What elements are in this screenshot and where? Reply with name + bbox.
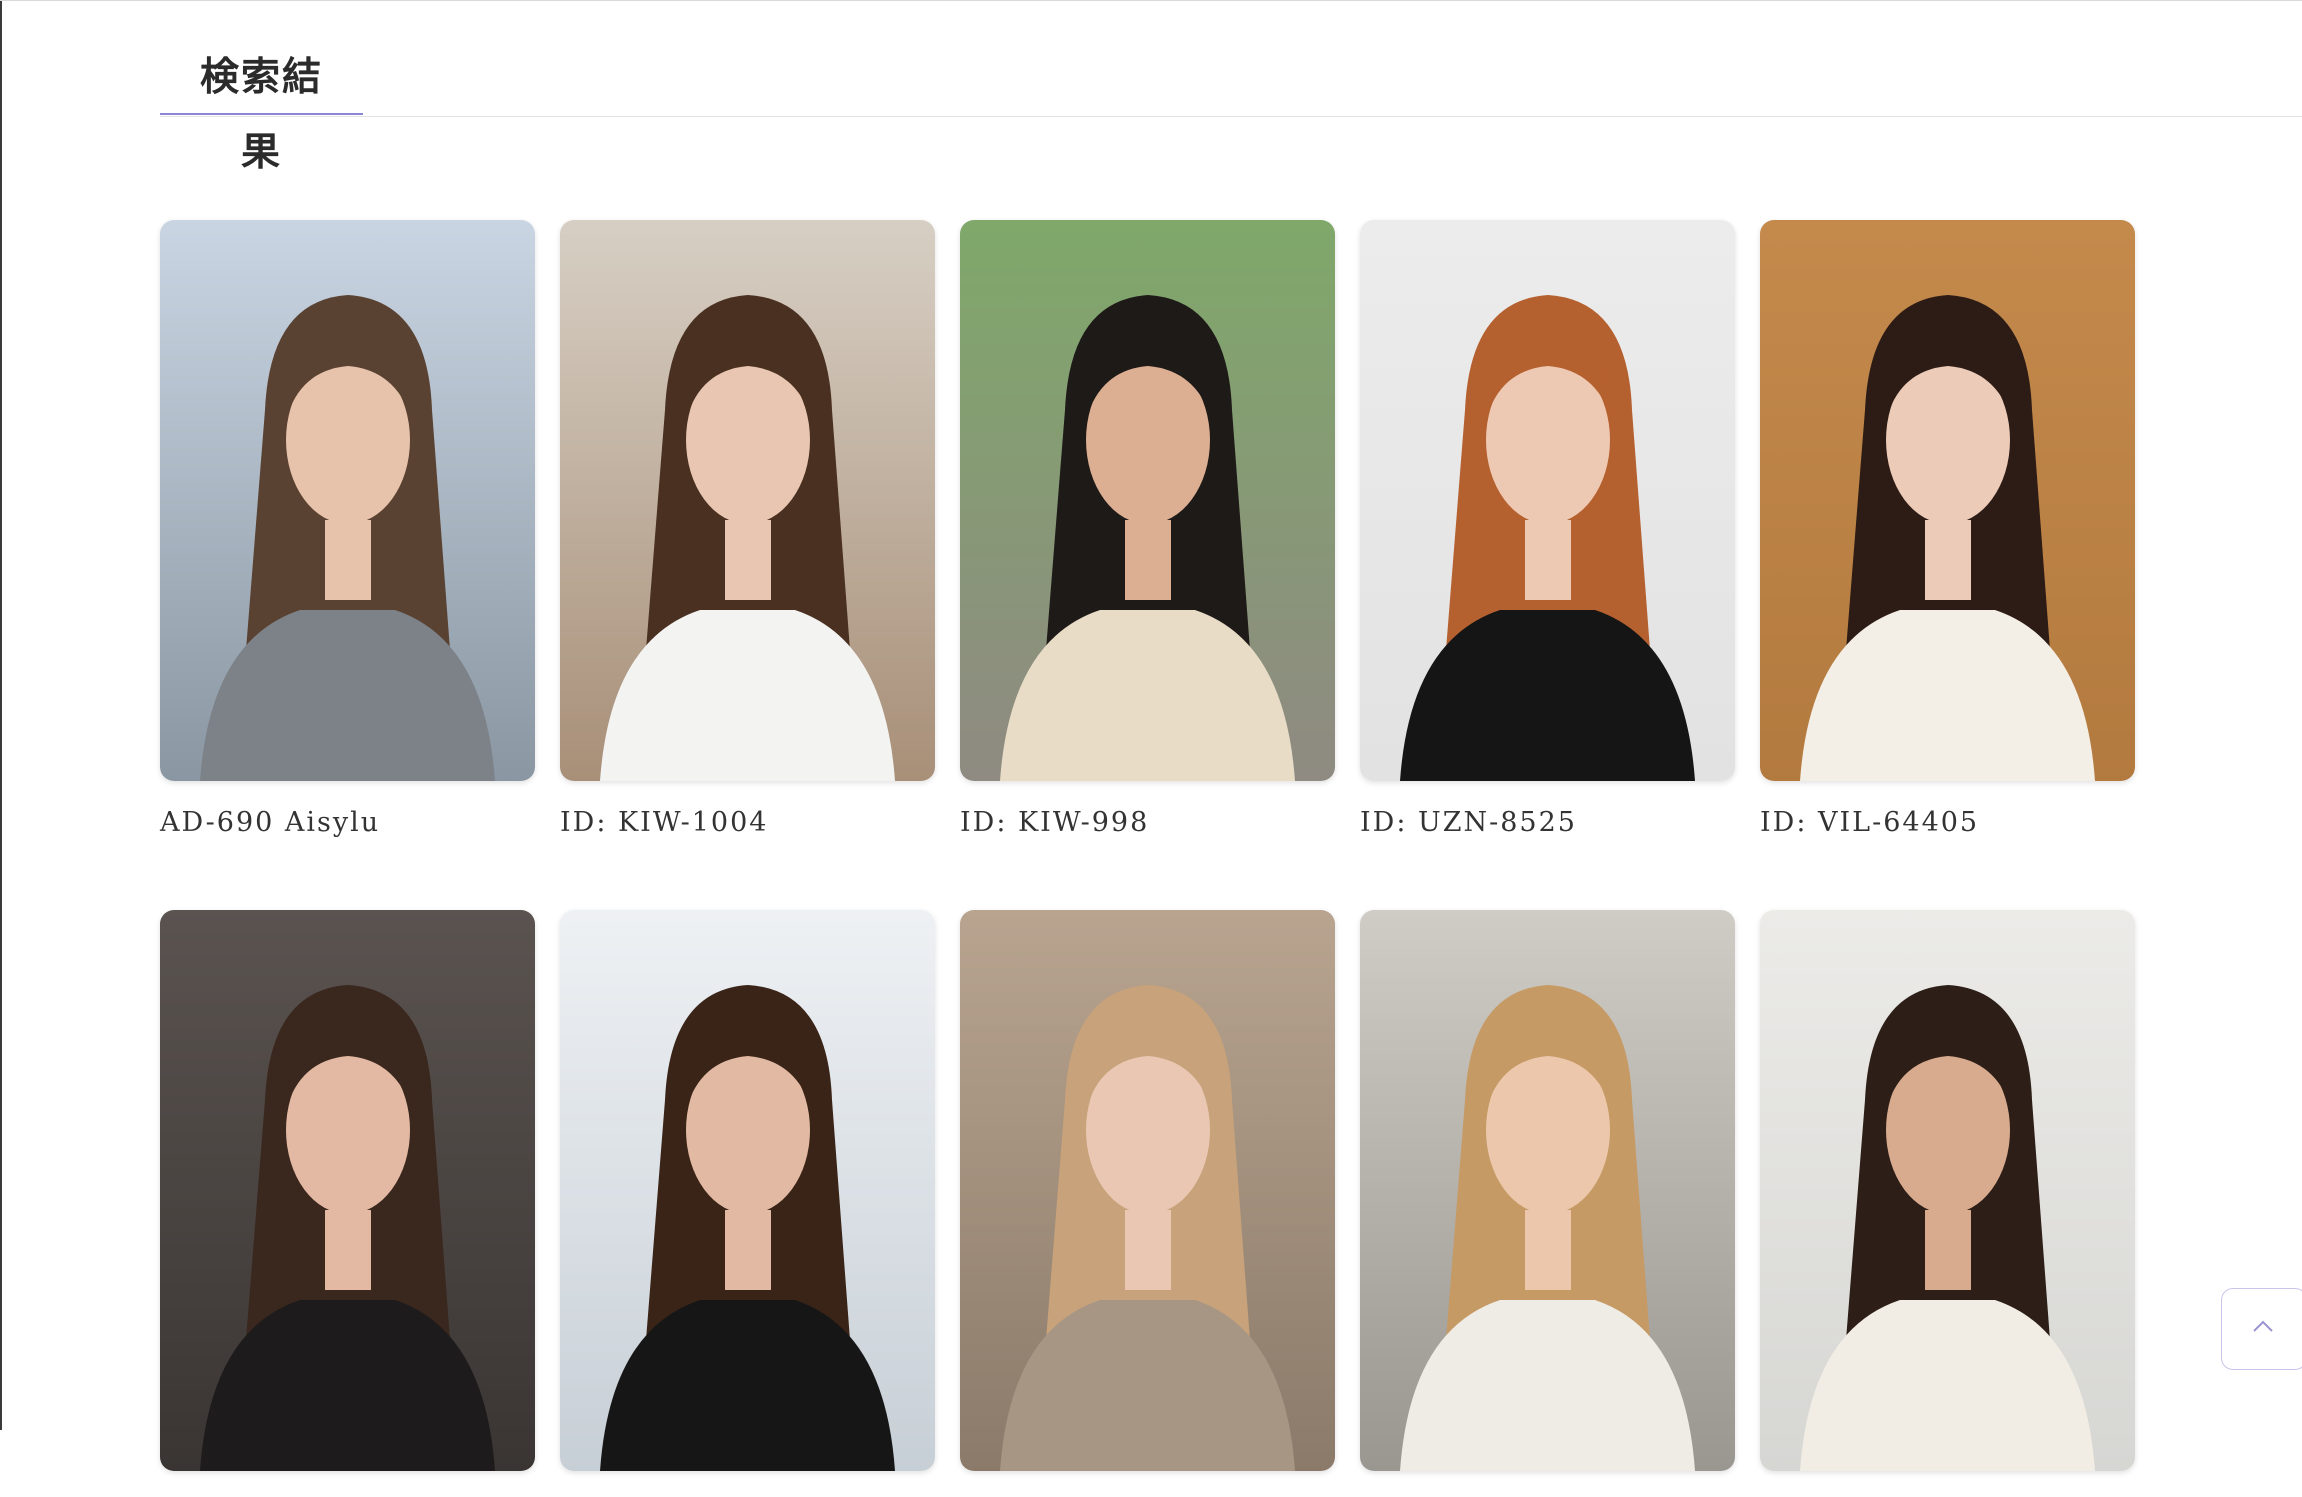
portrait-image <box>1360 220 1735 781</box>
portrait-image <box>960 910 1335 1471</box>
profile-photo[interactable] <box>960 910 1335 1471</box>
profile-id-label[interactable]: AD-690 Aisylu <box>160 807 535 838</box>
portrait-image <box>160 910 535 1471</box>
profile-id-label[interactable]: ID: KIW-1004 <box>560 807 935 838</box>
portrait-image <box>1760 910 2135 1471</box>
profile-card[interactable]: ID: KIW-1004 <box>560 220 935 838</box>
page-title: 検索結果 <box>160 40 363 175</box>
profile-card[interactable] <box>1760 910 2135 1497</box>
top-divider <box>0 0 2302 1</box>
profile-id-label[interactable]: ID: UZN-8525 <box>1360 807 1735 838</box>
portrait-image <box>160 220 535 781</box>
profile-photo[interactable] <box>1760 910 2135 1471</box>
profile-card[interactable] <box>560 910 935 1497</box>
profile-card[interactable] <box>160 910 535 1497</box>
profile-photo[interactable] <box>960 220 1335 781</box>
profile-card[interactable]: AD-690 Aisylu <box>160 220 535 838</box>
profile-card[interactable] <box>1360 910 1735 1497</box>
portrait-image <box>1760 220 2135 781</box>
portrait-image <box>1360 910 1735 1471</box>
chevron-up-icon <box>2253 1320 2273 1332</box>
profile-card[interactable]: ID: KIW-998 <box>960 220 1335 838</box>
section-header: 検索結果 <box>160 40 2302 175</box>
profile-photo[interactable] <box>1360 910 1735 1471</box>
profile-photo[interactable] <box>160 910 535 1471</box>
portrait-image <box>960 220 1335 781</box>
profile-id-label[interactable]: ID: VIL-64405 <box>1760 807 2135 838</box>
profile-card[interactable]: ID: UZN-8525 <box>1360 220 1735 838</box>
profile-card[interactable] <box>960 910 1335 1497</box>
profile-card[interactable]: ID: VIL-64405 <box>1760 220 2135 838</box>
profile-photo[interactable] <box>160 220 535 781</box>
profile-photo[interactable] <box>560 220 935 781</box>
profile-id-label[interactable]: ID: KIW-998 <box>960 807 1335 838</box>
page-edge-divider <box>0 0 2 1430</box>
portrait-image <box>560 220 935 781</box>
profile-photo[interactable] <box>1760 220 2135 781</box>
scroll-to-top-button[interactable] <box>2221 1288 2302 1370</box>
profile-photo[interactable] <box>1360 220 1735 781</box>
portrait-image <box>560 910 935 1471</box>
profile-photo[interactable] <box>560 910 935 1471</box>
